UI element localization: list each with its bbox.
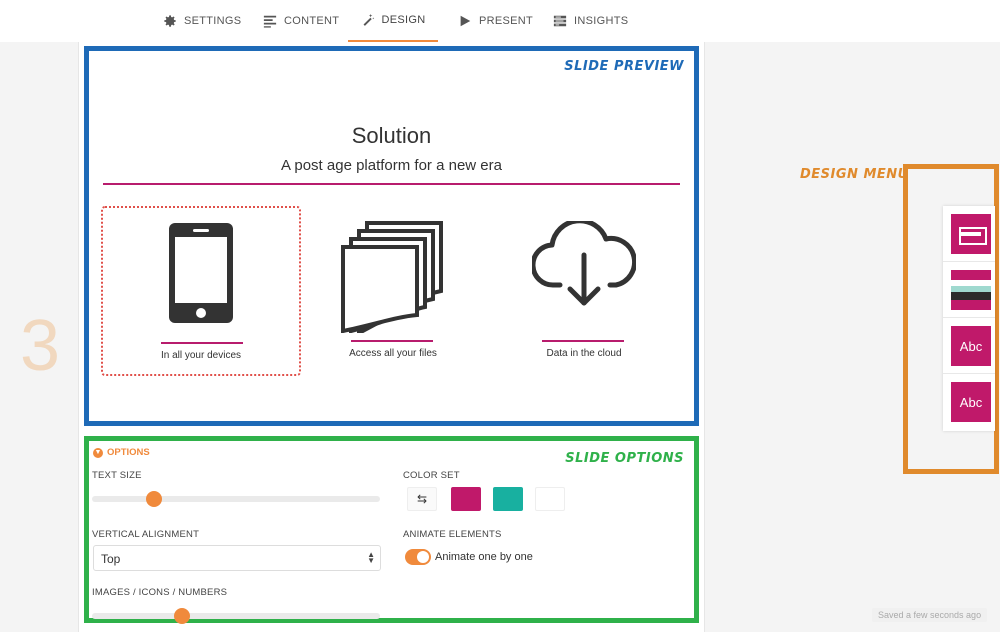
magic-wand-icon: [363, 13, 374, 26]
images-slider[interactable]: [92, 608, 380, 624]
slide-preview: SLIDE PREVIEW Solution A post age platfo…: [84, 46, 699, 426]
animate-toggle[interactable]: [405, 549, 431, 565]
tab-settings-label: SETTINGS: [184, 15, 242, 27]
font-style-label: Abc: [951, 326, 991, 366]
stacked-files-icon: [341, 221, 443, 333]
images-slider-thumb[interactable]: [173, 608, 190, 624]
tab-insights[interactable]: INSIGHTS: [553, 0, 628, 42]
chevron-down-icon: ▼: [93, 447, 103, 458]
color-swatch-magenta[interactable]: [451, 487, 481, 511]
tab-design[interactable]: DESIGN: [348, 0, 438, 42]
color-swatch-teal[interactable]: [493, 487, 523, 511]
options-header: OPTIONS: [107, 447, 150, 458]
tab-present-label: PRESENT: [479, 15, 534, 27]
slide-title[interactable]: Solution: [89, 123, 694, 149]
vertical-alignment-select[interactable]: Top ▲ ▼: [93, 545, 381, 571]
design-palette-button[interactable]: [943, 262, 995, 318]
feature-label: Access all your files: [349, 348, 437, 359]
feature-cloud[interactable]: Data in the cloud: [484, 206, 684, 376]
gear-icon: [164, 15, 176, 27]
feature-rule: [542, 340, 624, 342]
animate-elements-label: ANIMATE ELEMENTS: [403, 529, 502, 540]
cloud-download-icon: [532, 221, 636, 306]
vertical-alignment-label: VERTICAL ALIGNMENT: [92, 529, 200, 540]
tab-content[interactable]: CONTENT: [263, 0, 339, 42]
slide-divider: [103, 183, 680, 185]
options-toggle[interactable]: ▼ OPTIONS: [93, 447, 150, 458]
design-font-button[interactable]: Abc: [943, 318, 995, 374]
images-label: IMAGES / ICONS / NUMBERS: [92, 587, 228, 598]
text-size-slider-thumb[interactable]: [146, 491, 163, 507]
slide-options: SLIDE OPTIONS ▼ OPTIONS TEXT SIZE VERTIC…: [84, 436, 699, 624]
text-size-label: TEXT SIZE: [92, 470, 142, 481]
font-style-label-alt: Abc: [951, 382, 991, 422]
feature-label: Data in the cloud: [546, 348, 622, 359]
tab-present[interactable]: PRESENT: [458, 0, 533, 42]
layout-icon: [951, 214, 991, 254]
feature-devices[interactable]: In all your devices: [101, 206, 301, 376]
slide-subtitle[interactable]: A post age platform for a new era: [89, 157, 694, 174]
color-swatch-white[interactable]: [535, 487, 565, 511]
tab-design-label: DESIGN: [381, 14, 426, 26]
color-set-label: COLOR SET: [403, 470, 460, 481]
text-size-slider[interactable]: [92, 491, 380, 507]
chart-list-icon: [553, 15, 567, 27]
design-font-button-alt[interactable]: Abc: [943, 374, 995, 430]
design-menu: Abc Abc: [943, 206, 995, 431]
shuffle-icon[interactable]: ⇆: [407, 487, 437, 511]
tab-insights-label: INSIGHTS: [574, 15, 629, 27]
top-nav: SETTINGS CONTENT DESIGN PRESENT INSIGHTS: [0, 0, 1000, 42]
animate-toggle-label: Animate one by one: [435, 551, 533, 563]
tab-content-label: CONTENT: [284, 15, 340, 27]
text-lines-icon: [263, 15, 277, 28]
play-icon: [460, 15, 471, 27]
palette-icon: [951, 270, 991, 310]
slide-preview-annotation: SLIDE PREVIEW: [564, 59, 684, 74]
feature-files[interactable]: Access all your files: [293, 206, 493, 376]
tab-settings[interactable]: SETTINGS: [163, 0, 241, 42]
feature-rule: [161, 342, 243, 344]
feature-label: In all your devices: [160, 350, 242, 361]
design-layout-button[interactable]: [943, 206, 995, 262]
design-menu-annotation: DESIGN MENU: [800, 167, 909, 182]
select-arrows-icon: ▲ ▼: [367, 550, 375, 565]
vertical-alignment-value: Top: [101, 552, 121, 566]
save-status: Saved a few seconds ago: [872, 608, 988, 622]
step-number: 3: [20, 306, 61, 386]
feature-rule: [351, 340, 433, 342]
slide-options-annotation: SLIDE OPTIONS: [565, 451, 684, 466]
smartphone-icon: [169, 223, 233, 323]
